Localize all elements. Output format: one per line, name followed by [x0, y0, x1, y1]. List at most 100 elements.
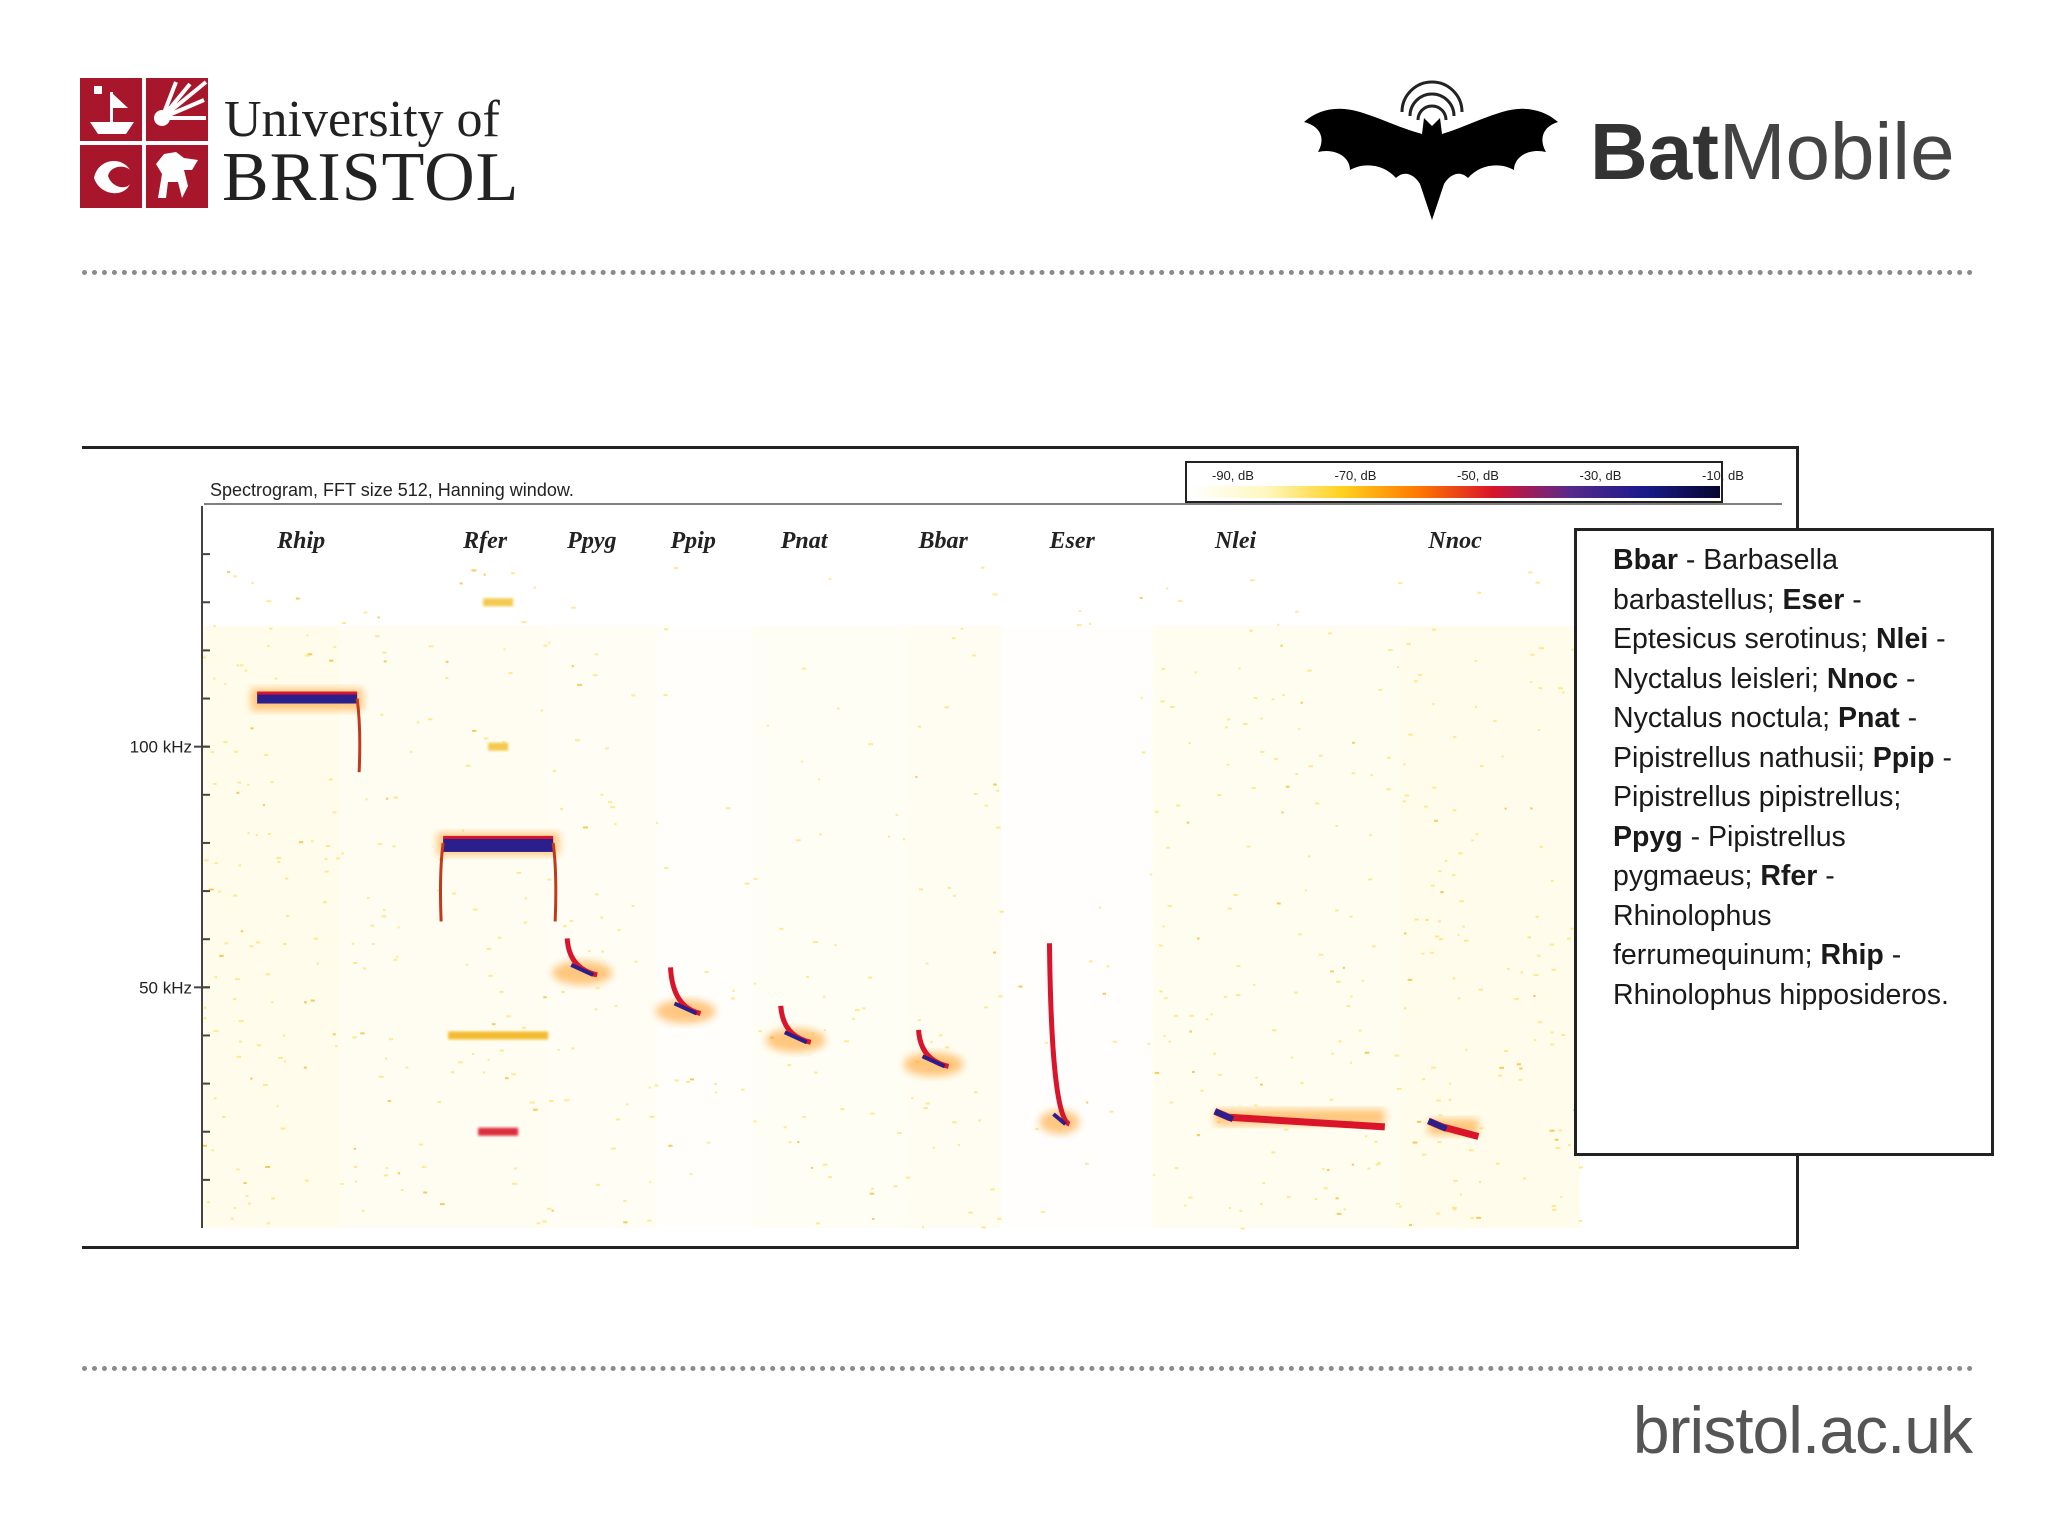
noise-speck — [524, 897, 528, 900]
noise-speck — [1403, 763, 1406, 766]
noise-speck — [1418, 673, 1423, 676]
noise-speck — [355, 1180, 358, 1183]
species-legend: Bbar - Barbasella barbastellus; Eser - E… — [1574, 528, 1994, 1156]
noise-speck — [383, 1174, 389, 1177]
call-cf-edge — [257, 691, 358, 695]
noise-speck — [313, 937, 318, 940]
species-label: Rfer — [462, 528, 508, 554]
noise-speck — [362, 967, 367, 970]
noise-speck — [1254, 1104, 1258, 1107]
noise-speck — [1520, 971, 1523, 974]
noise-speck — [264, 753, 269, 756]
noise-speck — [235, 978, 240, 981]
noise-speck — [251, 581, 254, 584]
noise-speck — [227, 571, 231, 574]
noise-speck — [796, 839, 801, 842]
noise-speck — [1336, 1212, 1342, 1215]
legend-abbr: Rfer — [1760, 860, 1818, 892]
noise-speck — [484, 737, 489, 740]
noise-speck — [595, 893, 599, 896]
noise-band — [1400, 626, 1580, 1228]
noise-speck — [1539, 647, 1545, 650]
noise-speck — [378, 1075, 384, 1078]
noise-speck — [787, 1064, 792, 1067]
noise-speck — [458, 1061, 463, 1064]
noise-speck — [250, 727, 254, 730]
noise-speck — [328, 778, 333, 781]
call-harmonic — [488, 742, 509, 751]
noise-speck — [600, 916, 604, 919]
noise-speck — [1537, 954, 1541, 957]
noise-speck — [1217, 1073, 1222, 1076]
noise-speck — [263, 1083, 268, 1086]
noise-speck — [1349, 1061, 1353, 1064]
noise-speck — [365, 798, 368, 801]
noise-speck — [1523, 1177, 1527, 1180]
noise-speck — [232, 894, 238, 897]
noise-speck — [1476, 1216, 1481, 1219]
noise-speck — [1285, 785, 1290, 788]
noise-speck — [973, 1091, 978, 1094]
noise-speck — [1560, 1196, 1563, 1199]
y-axis: 100 kHz 50 kHz — [130, 553, 210, 1181]
call-nlei — [1213, 1108, 1386, 1131]
noise-speck — [1368, 878, 1373, 881]
noise-speck — [1551, 1208, 1557, 1211]
noise-speck — [1453, 1208, 1457, 1211]
noise-speck — [1331, 1052, 1334, 1055]
noise-speck — [973, 792, 978, 795]
noise-speck — [725, 807, 731, 810]
noise-speck — [1243, 722, 1248, 725]
noise-speck — [211, 1149, 214, 1152]
noise-speck — [1173, 1014, 1179, 1017]
noise-speck — [295, 597, 300, 600]
noise-speck — [240, 930, 244, 933]
noise-speck — [276, 856, 282, 859]
noise-speck — [1551, 1205, 1556, 1208]
noise-speck — [506, 1015, 511, 1018]
noise-speck — [753, 1120, 757, 1123]
noise-speck — [870, 1187, 874, 1190]
noise-speck — [471, 1052, 475, 1055]
legend-abbr: Ppyg — [1613, 820, 1683, 853]
noise-speck — [1160, 700, 1165, 703]
noise-speck — [213, 625, 216, 628]
noise-speck — [1416, 1120, 1422, 1123]
noise-speck — [1471, 839, 1474, 842]
call-glow — [765, 1028, 826, 1053]
noise-speck — [393, 796, 398, 799]
noise-speck — [1336, 980, 1341, 983]
noise-speck — [1449, 1082, 1452, 1085]
noise-speck — [1370, 774, 1374, 777]
noise-speck — [1364, 1051, 1370, 1054]
noise-speck — [212, 783, 217, 786]
noise-speck — [715, 1091, 718, 1094]
noise-speck — [560, 807, 563, 810]
noise-speck — [1169, 1101, 1173, 1104]
noise-speck — [1099, 906, 1102, 909]
noise-speck — [367, 896, 370, 899]
brand-bold: Bat — [1590, 107, 1719, 196]
noise-speck — [1530, 653, 1535, 656]
noise-speck — [1408, 733, 1413, 736]
noise-speck — [247, 783, 250, 786]
noise-speck — [1407, 978, 1413, 981]
noise-speck — [996, 826, 1001, 829]
noise-speck — [1452, 977, 1456, 980]
noise-speck — [925, 962, 929, 965]
y-tick-label: 50 kHz — [139, 978, 192, 997]
legend-abbr: Ppip — [1872, 741, 1935, 774]
noise-speck — [393, 958, 398, 961]
noise-speck — [1436, 1099, 1441, 1102]
noise-speck — [610, 806, 616, 809]
noise-speck — [336, 857, 340, 860]
noise-speck — [1535, 581, 1541, 584]
noise-speck — [1440, 891, 1444, 894]
noise-speck — [1286, 1195, 1291, 1198]
noise-speck — [238, 1020, 244, 1023]
colorbar-label: -90, dB — [1212, 468, 1254, 483]
noise-speck — [233, 575, 237, 578]
noise-speck — [1281, 811, 1284, 814]
noise-speck — [571, 665, 575, 668]
noise-speck — [592, 674, 598, 677]
